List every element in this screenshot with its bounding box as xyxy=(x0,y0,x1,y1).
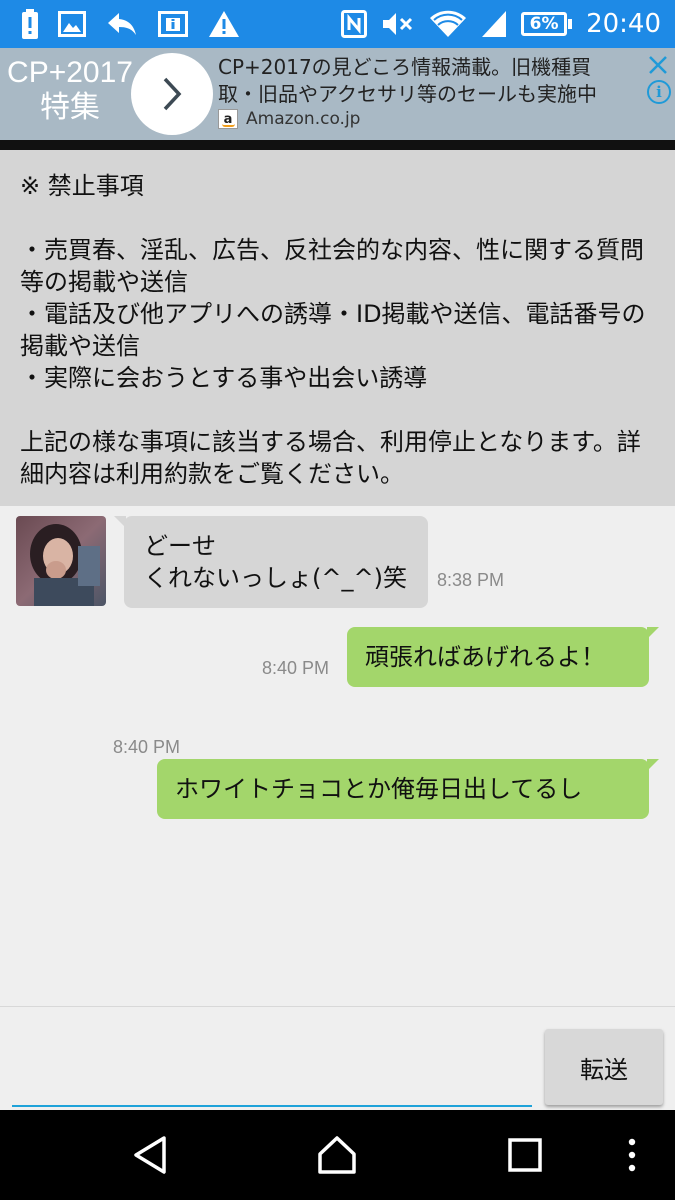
home-icon xyxy=(318,1136,356,1174)
image-icon xyxy=(58,8,86,40)
signal-icon xyxy=(481,8,507,40)
battery-alert-icon xyxy=(22,8,38,40)
menu-button[interactable] xyxy=(612,1132,652,1178)
nfc-icon xyxy=(341,8,368,40)
message-text: どーせ xyxy=(144,532,216,560)
more-vert-icon xyxy=(628,1138,636,1172)
ad-info-button[interactable]: i xyxy=(647,80,671,104)
battery-percent: 6% xyxy=(521,12,568,36)
battery-cap xyxy=(568,19,573,29)
outgoing-message[interactable]: 頑張ればあげれるよ！ xyxy=(347,627,659,687)
notice-item: ・売買春、淫乱、広告、反社会的な内容、性に関する質問等の掲載や送信 xyxy=(20,236,644,296)
chat-thread[interactable]: どーせ くれないっしょ(^_^)笑 8:38 PM 8:40 PM 頑張ればあげ… xyxy=(0,506,675,1006)
status-bar: 6% 20:40 xyxy=(0,0,675,48)
message-composer: 転送 xyxy=(0,1006,675,1110)
outgoing-message[interactable]: ホワイトチョコとか俺毎日出してるし xyxy=(157,759,659,819)
notice-title: ※ 禁止事項 xyxy=(20,172,144,200)
ad-headline-line2: 取・旧品やアクセサリ等のセールも実施中 xyxy=(218,82,597,106)
notice-item: ・実際に会おうとする事や出会い誘導 xyxy=(20,364,428,392)
message-text: ホワイトチョコとか俺毎日出してるし xyxy=(175,775,583,803)
ad-headline-line1: CP+2017の見どころ情報満載。旧機種買 xyxy=(218,55,592,79)
back-icon xyxy=(134,1136,166,1174)
ad-source: a Amazon.co.jp xyxy=(218,107,360,131)
ad-banner[interactable]: CP+2017 特集 CP+2017の見どころ情報満載。旧機種買 取・旧品やアク… xyxy=(0,48,675,140)
notice-item: ・電話及び他アプリへの誘導・ID掲載や送信、電話番号の掲載や送信 xyxy=(20,300,646,360)
mute-icon xyxy=(381,8,415,40)
ad-promo-label: CP+2017 特集 xyxy=(0,48,140,140)
ad-open-button[interactable] xyxy=(131,53,213,135)
battery-indicator: 6% xyxy=(521,8,573,40)
chevron-right-icon xyxy=(163,77,182,111)
close-icon xyxy=(649,56,667,74)
message-timestamp: 8:40 PM xyxy=(262,658,330,678)
navigation-bar xyxy=(0,1110,675,1200)
message-input[interactable] xyxy=(12,1019,532,1107)
status-bar-time: 20:40 xyxy=(586,9,661,39)
recents-icon xyxy=(508,1138,542,1172)
avatar[interactable] xyxy=(16,516,106,606)
incoming-message[interactable]: どーせ くれないっしょ(^_^)笑 xyxy=(114,516,428,608)
ad-promo-line1: CP+2017 xyxy=(7,56,133,89)
message-timestamp: 8:40 PM xyxy=(113,737,181,757)
status-bar-notifications xyxy=(22,8,240,40)
message-text: くれないっしょ(^_^)笑 xyxy=(144,564,407,592)
amazon-logo-icon: a xyxy=(218,109,238,129)
message-text: 頑張ればあげれるよ！ xyxy=(365,643,605,671)
reply-icon xyxy=(106,8,138,40)
banner-divider xyxy=(0,140,675,150)
ad-headline: CP+2017の見どころ情報満載。旧機種買 取・旧品やアクセサリ等のセールも実施… xyxy=(218,54,648,108)
warning-icon xyxy=(208,8,240,40)
message-timestamp: 8:38 PM xyxy=(437,570,505,590)
status-bar-system: 6% 20:40 xyxy=(341,8,661,40)
info-card-icon xyxy=(158,8,188,40)
ad-promo-line2: 特集 xyxy=(40,91,100,124)
back-button[interactable] xyxy=(125,1132,175,1178)
wifi-icon xyxy=(429,8,467,40)
prohibited-notice: ※ 禁止事項 ・売買春、淫乱、広告、反社会的な内容、性に関する質問等の掲載や送信… xyxy=(0,150,675,506)
send-button[interactable]: 転送 xyxy=(545,1029,663,1105)
ad-source-label: Amazon.co.jp xyxy=(246,109,361,129)
recents-button[interactable] xyxy=(500,1132,550,1178)
ad-close-button[interactable] xyxy=(645,52,671,78)
notice-footer: 上記の様な事項に該当する場合、利用停止となります。詳細内容は利用約款をご覧くださ… xyxy=(20,428,641,488)
home-button[interactable] xyxy=(312,1132,362,1178)
